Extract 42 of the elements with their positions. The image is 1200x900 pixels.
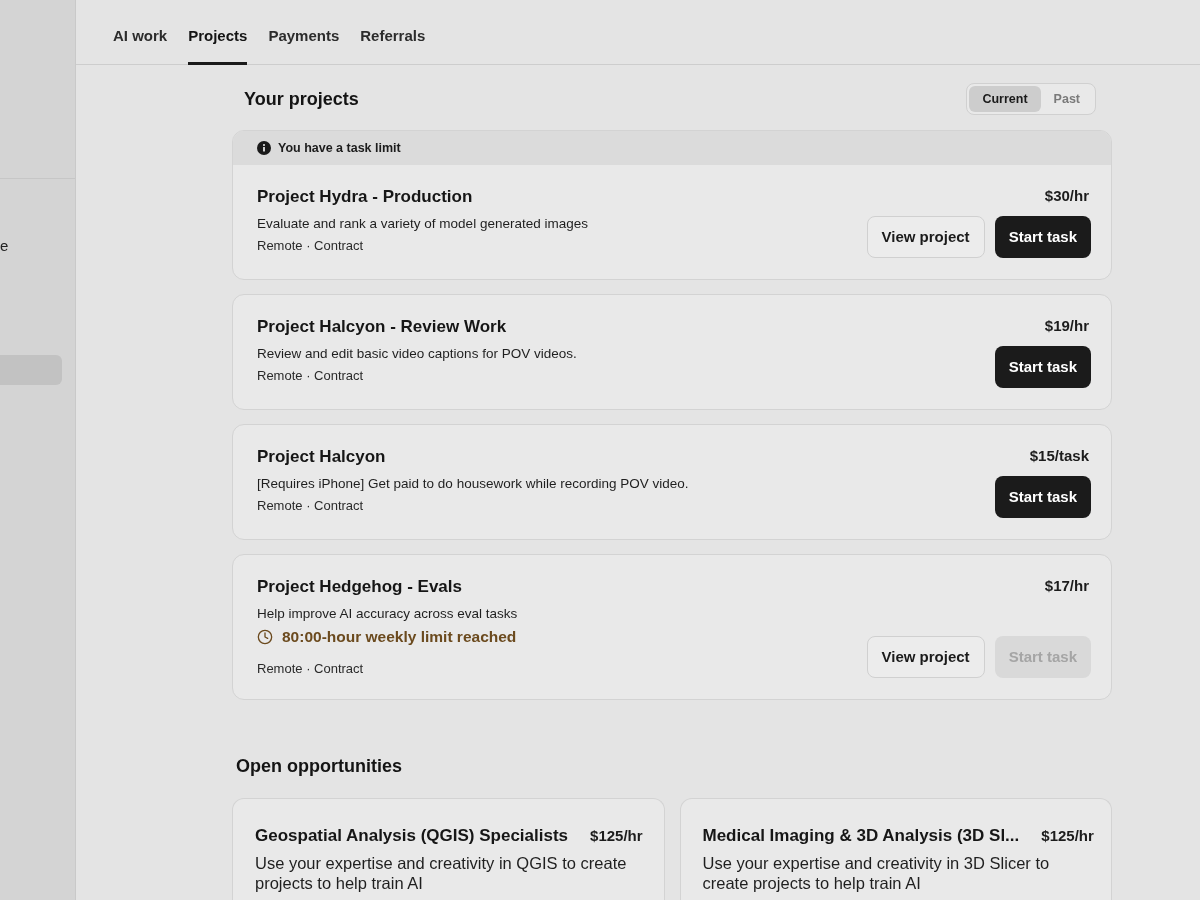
info-icon xyxy=(257,141,271,155)
project-rate: $19/hr xyxy=(1044,316,1090,336)
opportunity-card[interactable]: Geospatial Analysis (QGIS) Specialists $125/hr Use your expertise and creativity in QGIS to create projects to help train AI xyxy=(232,798,665,900)
toggle-option[interactable]: Past xyxy=(1040,86,1093,112)
section-heading: Your projects xyxy=(244,87,359,111)
opportunity-description: Use your expertise and creativity in QGIS to create projects to help train AI xyxy=(255,853,628,893)
nav-tab[interactable]: Payments xyxy=(268,0,340,65)
view-project-button[interactable]: View project xyxy=(866,636,985,678)
opportunity-title: Geospatial Analysis (QGIS) Specialists xyxy=(255,825,569,847)
project-rate: $17/hr xyxy=(1044,576,1090,596)
start-task-button[interactable]: Start task xyxy=(994,346,1091,388)
notice-text: You have a task limit xyxy=(278,139,401,157)
project-meta: Remote · Contract xyxy=(257,237,365,255)
project-meta: Remote · Contract xyxy=(257,497,365,515)
project-title: Project Halcyon xyxy=(257,446,387,468)
start-task-button[interactable]: Start task xyxy=(994,476,1091,518)
project-description: Help improve AI accuracy across eval tasks xyxy=(257,605,518,623)
project-title: Project Hydra - Production xyxy=(257,186,474,208)
project-description: Review and edit basic video captions for POV videos. xyxy=(257,345,577,363)
limit-warning: 80:00-hour weekly limit reached xyxy=(282,627,517,647)
toggle-option[interactable]: Current xyxy=(969,86,1041,112)
project-title: Project Halcyon - Review Work xyxy=(257,316,508,338)
start-task-button[interactable]: Start task xyxy=(994,216,1091,258)
opportunity-rate: $125/hr xyxy=(1041,826,1094,846)
nav-tab[interactable]: Projects xyxy=(188,0,248,65)
view-project-button[interactable]: View project xyxy=(866,216,985,258)
project-rate: $30/hr xyxy=(1044,186,1090,206)
nav-tab[interactable]: Referrals xyxy=(360,0,426,65)
opportunity-rate: $125/hr xyxy=(590,826,643,846)
project-description: Evaluate and rank a variety of model generated images xyxy=(257,215,588,233)
sidebar-item[interactable]: e xyxy=(0,231,9,261)
section-heading: Open opportunities xyxy=(235,755,403,778)
nav-tab[interactable]: AI work xyxy=(113,0,168,65)
opportunity-title: Medical Imaging & 3D Analysis (3D Sl... xyxy=(702,825,1020,847)
project-description: [Requires iPhone] Get paid to do housework while recording POV video. xyxy=(257,475,689,493)
project-meta: Remote · Contract xyxy=(257,660,365,678)
opportunity-card[interactable]: Medical Imaging & 3D Analysis (3D Sl... $125/hr Use your expertise and creativity in 3D Slicer to create projects to help train AI xyxy=(679,798,1112,900)
project-meta: Remote · Contract xyxy=(257,367,365,385)
clock-icon xyxy=(257,629,273,645)
project-title: Project Hedgehog - Evals xyxy=(257,576,463,598)
project-rate: $15/task xyxy=(1029,446,1090,466)
opportunity-description: Use your expertise and creativity in 3D Slicer to create projects to help train AI xyxy=(702,853,1051,893)
